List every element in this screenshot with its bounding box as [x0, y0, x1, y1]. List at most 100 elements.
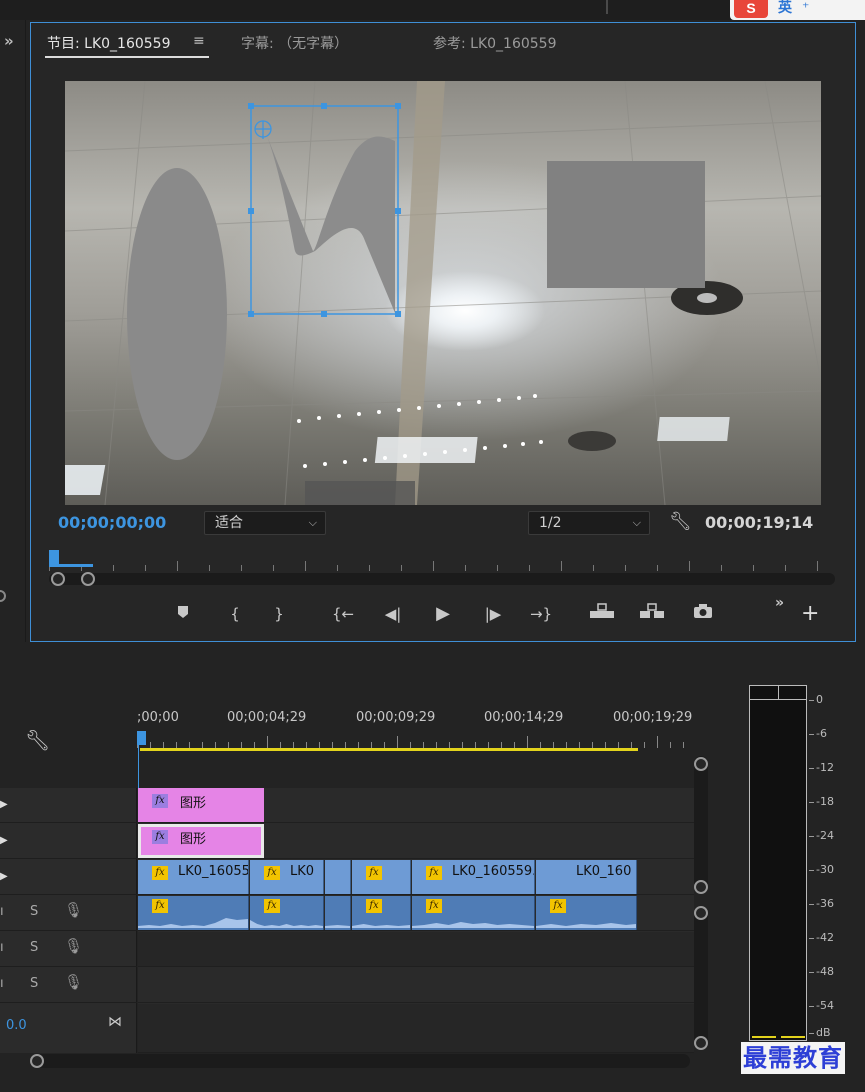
- video-clip[interactable]: fx: [352, 860, 411, 894]
- go-to-out-icon[interactable]: →}: [529, 603, 553, 625]
- video-clip[interactable]: fx LK0: [250, 860, 324, 894]
- ruler-tick: [113, 565, 114, 571]
- track-lane-v1[interactable]: fx LK0_16055 fx LK0 fx fx LK0_160559. LK…: [138, 860, 694, 895]
- track-lane-a2[interactable]: [138, 932, 694, 967]
- scroll-handle[interactable]: [694, 906, 708, 920]
- extract-icon[interactable]: [639, 603, 664, 625]
- ruler-tick: [817, 561, 818, 571]
- mark-out-icon[interactable]: }: [267, 603, 291, 625]
- lift-icon[interactable]: [589, 603, 614, 625]
- audio-clip[interactable]: fx: [536, 896, 637, 930]
- timeline-time-ruler[interactable]: [137, 736, 693, 748]
- solo-button[interactable]: S: [30, 940, 38, 955]
- monitor-tab-bar: 节目: LK0_160559 ≡ 字幕: （无字幕） 参考: LK0_16055…: [31, 23, 855, 63]
- zoom-handle-right[interactable]: [81, 572, 95, 586]
- ruler-tick: [177, 561, 178, 571]
- audio-tracks-scrollbar[interactable]: [694, 906, 708, 1050]
- video-clip[interactable]: fx LK0_160559.: [412, 860, 535, 894]
- current-timecode[interactable]: 00;00;00;00: [58, 513, 166, 532]
- fx-badge-icon: fx: [152, 899, 168, 913]
- db-scale-label: -36: [809, 897, 834, 910]
- panel-menu-icon[interactable]: ≡: [193, 33, 205, 49]
- audio-clip[interactable]: fx: [352, 896, 411, 930]
- track-header-a2[interactable]: ı S 🎙︎: [0, 932, 137, 967]
- audio-clip[interactable]: fx: [138, 896, 249, 930]
- audio-clip[interactable]: fx: [412, 896, 535, 930]
- settings-wrench-icon[interactable]: 🔧︎: [669, 511, 692, 532]
- track-toggle-icon[interactable]: ▶: [0, 799, 8, 810]
- video-preview[interactable]: [65, 81, 821, 505]
- scroll-handle[interactable]: [694, 880, 708, 894]
- track-header-v3[interactable]: ▶: [0, 788, 137, 823]
- fx-badge-icon: fx: [366, 899, 382, 913]
- video-clip[interactable]: [325, 860, 351, 894]
- mute-toggle[interactable]: ı: [0, 976, 4, 991]
- ruler-tick: [369, 565, 370, 571]
- playback-resolution-select[interactable]: 1/2 ⌵: [528, 511, 650, 535]
- audio-clip[interactable]: fx: [250, 896, 324, 930]
- zoom-handle-left[interactable]: [51, 572, 65, 586]
- track-lane-master[interactable]: [138, 1004, 694, 1053]
- mute-toggle[interactable]: ı: [0, 904, 4, 919]
- tab-captions[interactable]: 字幕: （无字幕）: [241, 33, 348, 53]
- track-toggle-icon[interactable]: ▶: [0, 835, 8, 846]
- timeline-ruler-labels: ;00;00 00;00;04;29 00;00;09;29 00;00;14;…: [137, 710, 697, 726]
- graphic-clip-selected[interactable]: fx 图形: [138, 824, 264, 858]
- expand-panels-icon[interactable]: »: [4, 32, 14, 50]
- tab-program[interactable]: 节目: LK0_160559: [47, 33, 171, 53]
- video-clip[interactable]: fx LK0_16055: [138, 860, 249, 894]
- video-clip[interactable]: LK0_160: [536, 860, 637, 894]
- add-marker-icon[interactable]: [171, 603, 195, 625]
- play-icon[interactable]: ▶: [431, 603, 455, 625]
- mute-toggle[interactable]: ı: [0, 940, 4, 955]
- scroll-handle[interactable]: [694, 757, 708, 771]
- mark-in-icon[interactable]: {: [223, 603, 247, 625]
- top-strip: S 英 ⁺: [0, 0, 865, 20]
- track-header-v2[interactable]: ▶: [0, 824, 137, 859]
- track-area[interactable]: fx 图形 fx 图形 fx LK0_16055 fx LK0 fx fx LK…: [138, 788, 694, 1053]
- export-frame-camera-icon[interactable]: [691, 603, 715, 625]
- more-controls-icon[interactable]: »: [775, 595, 784, 611]
- track-header-v1[interactable]: ▶: [0, 860, 137, 895]
- work-area-bar[interactable]: [140, 748, 638, 751]
- step-forward-icon[interactable]: |▶: [481, 603, 505, 625]
- voiceover-mic-icon[interactable]: 🎙︎: [64, 937, 83, 955]
- timeline-settings-wrench-icon[interactable]: 🔧︎: [25, 728, 50, 752]
- playhead-marker[interactable]: [49, 550, 59, 564]
- go-to-in-icon[interactable]: {←: [331, 603, 355, 625]
- solo-button[interactable]: S: [30, 904, 38, 919]
- track-lane-v3[interactable]: fx 图形: [138, 788, 694, 823]
- master-volume-value[interactable]: 0.0: [6, 1018, 27, 1033]
- track-header-a1[interactable]: ı S 🎙︎: [0, 896, 137, 931]
- track-lane-v2[interactable]: fx 图形: [138, 824, 694, 859]
- step-back-icon[interactable]: ◀|: [381, 603, 405, 625]
- track-header-a3[interactable]: ı S 🎙︎: [0, 968, 137, 1003]
- ime-toolbar[interactable]: S 英 ⁺: [730, 0, 865, 20]
- track-lane-a3[interactable]: [138, 968, 694, 1003]
- scroll-handle[interactable]: [30, 1054, 44, 1068]
- scroll-handle[interactable]: [0, 590, 6, 602]
- voiceover-mic-icon[interactable]: 🎙︎: [64, 973, 83, 991]
- voiceover-mic-icon[interactable]: 🎙︎: [64, 901, 83, 919]
- peak-indicator-right[interactable]: [779, 686, 807, 700]
- ceiling-vent: [568, 431, 616, 451]
- scroll-handle[interactable]: [694, 1036, 708, 1050]
- ruler-tick: [527, 736, 528, 748]
- audio-clip[interactable]: [325, 896, 351, 930]
- zoom-level-select[interactable]: 适合 ⌵: [204, 511, 326, 535]
- ime-language-label[interactable]: 英: [778, 0, 792, 16]
- monitor-time-ruler[interactable]: [49, 551, 835, 573]
- track-lane-a1[interactable]: fx fx fx fx fx: [138, 896, 694, 931]
- graphic-clip[interactable]: fx 图形: [138, 788, 264, 822]
- tab-reference[interactable]: 参考: LK0_160559: [433, 33, 557, 53]
- ime-punctuation-icon[interactable]: ⁺: [802, 0, 809, 16]
- video-tracks-scrollbar[interactable]: [694, 756, 708, 894]
- monitor-zoom-scrollbar[interactable]: [49, 572, 835, 586]
- peak-indicator-left[interactable]: [750, 686, 778, 700]
- timeline-playhead[interactable]: [137, 731, 146, 745]
- track-toggle-icon[interactable]: ▶: [0, 871, 8, 882]
- master-track-icon[interactable]: ⋈: [108, 1014, 122, 1030]
- timeline-horizontal-scrollbar[interactable]: [30, 1054, 690, 1068]
- solo-button[interactable]: S: [30, 976, 38, 991]
- button-editor-add-icon[interactable]: +: [801, 603, 819, 625]
